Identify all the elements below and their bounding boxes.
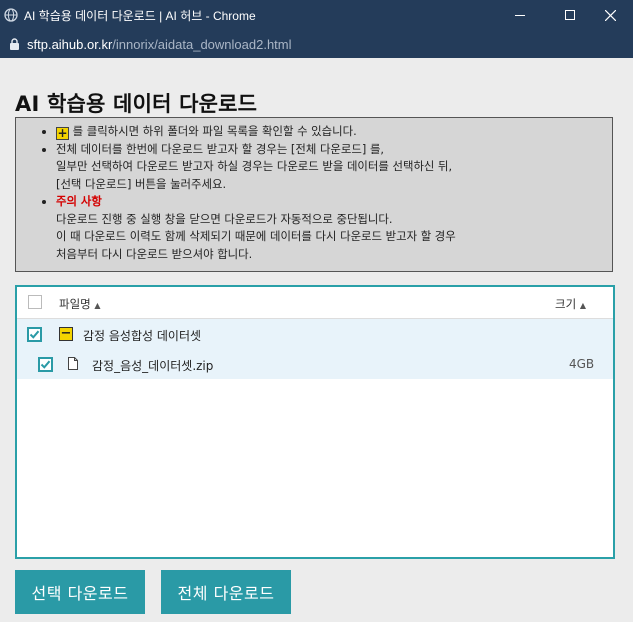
file-name: 감정_음성_데이터셋.zip: [92, 359, 214, 373]
sort-by-size[interactable]: 크기 ▲: [555, 296, 586, 312]
plus-icon: +: [56, 126, 69, 140]
select-all-checkbox[interactable]: [28, 295, 42, 309]
info-panel: + 를 클릭하시면 하위 폴더와 파일 목록을 확인할 수 있습니다. 전체 데…: [15, 117, 613, 272]
warning-text-1: 다운로드 진행 중 실행 창을 닫으면 다운로드가 자동적으로 중단됩니다.: [56, 211, 393, 226]
close-icon: [604, 9, 616, 21]
window-title: AI 학습용 데이터 다운로드 | AI 허브 - Chrome: [24, 8, 256, 23]
folder-name: 감정 음성합성 데이터셋: [83, 329, 202, 343]
check-icon: [40, 360, 51, 369]
file-size: 4GB: [569, 357, 595, 371]
globe-icon: [4, 8, 18, 22]
file-list-panel: 파일명 ▲ 크기 ▲ − 감정 음성합성 데이터셋 감정_음성_데이터셋.zip…: [15, 285, 615, 559]
all-download-button[interactable]: 전체 다운로드: [161, 570, 291, 614]
page-title: AI 학습용 데이터 다운로드: [15, 92, 258, 116]
info-text-2a: 전체 데이터를 한번에 다운로드 받고자 할 경우는 [전체 다운로드] 를,: [56, 141, 385, 156]
url-host: sftp.aihub.or.kr: [27, 36, 113, 52]
minus-icon[interactable]: −: [59, 327, 73, 341]
column-name-label: 파일명: [59, 297, 91, 311]
folder-row[interactable]: − 감정 음성합성 데이터셋: [17, 319, 613, 349]
file-icon: [68, 357, 78, 370]
minimize-button[interactable]: [497, 0, 543, 30]
check-icon: [29, 330, 40, 339]
url-path: /innorix/aidata_download2.html: [112, 36, 292, 52]
info-text-2b: 일부만 선택하여 다운로드 받고자 하실 경우는 다운로드 받을 데이터를 선택…: [56, 159, 453, 173]
address-bar[interactable]: sftp.aihub.or.kr/innorix/aidata_download…: [0, 30, 633, 58]
sort-up-icon: ▲: [94, 301, 101, 310]
file-list-header: 파일명 ▲ 크기 ▲: [17, 287, 613, 319]
file-row[interactable]: 감정_음성_데이터셋.zip 4GB: [17, 349, 613, 379]
minimize-icon: [515, 15, 525, 16]
selected-download-button[interactable]: 선택 다운로드: [15, 570, 145, 614]
column-size-label: 크기: [555, 297, 577, 311]
folder-checkbox[interactable]: [27, 327, 42, 342]
warning-text-3: 처음부터 다시 다운로드 받으셔야 합니다.: [56, 246, 253, 261]
sort-up-icon: ▲: [579, 301, 586, 310]
maximize-icon: [565, 10, 575, 20]
warning-text-2: 이 때 다운로드 이력도 함께 삭제되기 때문에 데이터를 다시 다운로드 받고…: [56, 229, 456, 243]
info-item-expand: + 를 클릭하시면 하위 폴더와 파일 목록을 확인할 수 있습니다.: [56, 123, 612, 141]
lock-icon: [10, 38, 19, 50]
window-titlebar: AI 학습용 데이터 다운로드 | AI 허브 - Chrome: [0, 0, 633, 30]
info-item-download: 전체 데이터를 한번에 다운로드 받고자 할 경우는 [전체 다운로드] 를, …: [56, 141, 612, 194]
file-checkbox[interactable]: [38, 357, 53, 372]
sort-by-name[interactable]: 파일명 ▲: [59, 296, 101, 312]
warning-title: 주의 사항: [56, 194, 102, 208]
close-button[interactable]: [587, 0, 633, 30]
info-text-1: 를 클릭하시면 하위 폴더와 파일 목록을 확인할 수 있습니다.: [72, 124, 357, 138]
info-item-warning: 주의 사항 다운로드 진행 중 실행 창을 닫으면 다운로드가 자동적으로 중단…: [56, 193, 612, 263]
info-text-2c: [선택 다운로드] 버튼을 눌러주세요.: [56, 176, 227, 191]
